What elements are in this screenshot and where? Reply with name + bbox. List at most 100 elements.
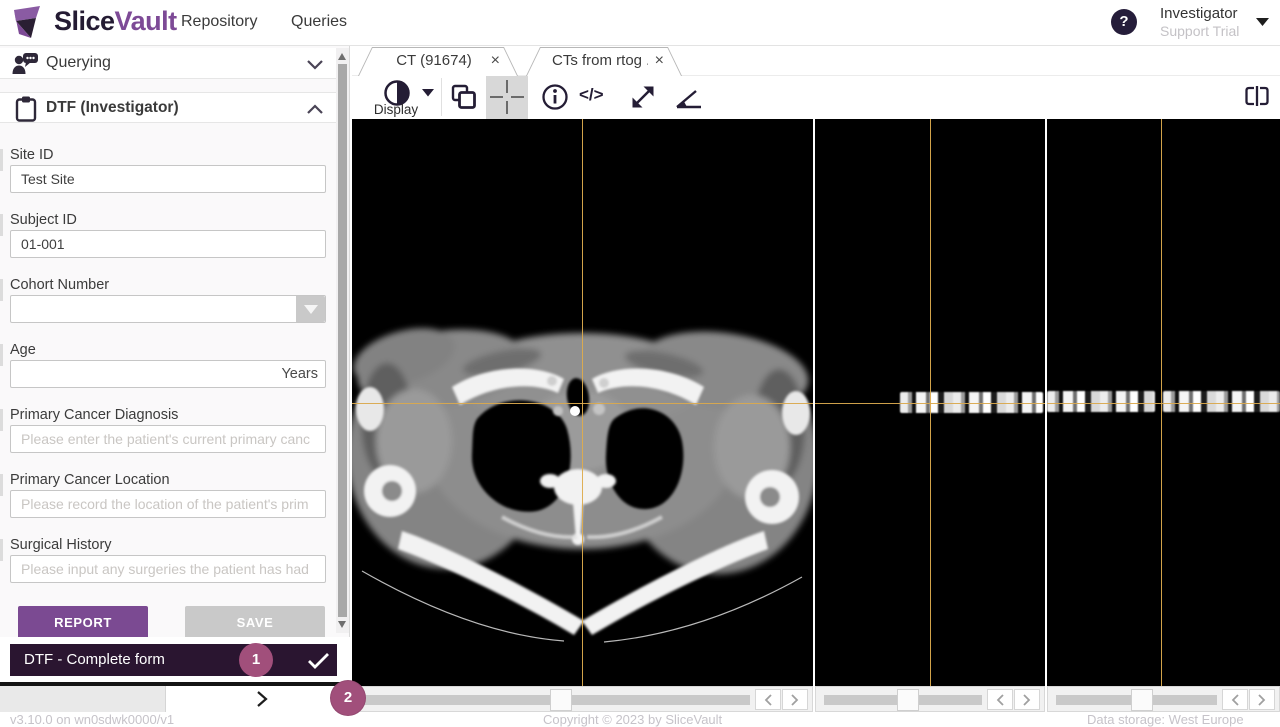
slicevault-app: { "header": { "brand": { "part1": "Slice… — [0, 0, 1280, 720]
slice-scrollbar-sagittal[interactable] — [1047, 686, 1280, 712]
primary-cancer-location-label: Primary Cancer Location — [10, 472, 170, 488]
subject-id-label: Subject ID — [10, 212, 77, 228]
viewport-mpr-sagittal[interactable] — [1047, 119, 1280, 686]
querying-icon — [12, 52, 40, 76]
task-label: DTF - Complete form — [24, 644, 165, 676]
crosshair-horizontal-line — [815, 403, 1045, 404]
user-role[interactable]: Investigator — [1160, 5, 1238, 22]
chevron-up-icon[interactable] — [306, 104, 324, 115]
chevron-left-icon — [1230, 693, 1240, 707]
surgical-history-label: Surgical History — [10, 537, 112, 553]
tab-cts-from-rtog[interactable]: CTs from rtog ... × — [526, 47, 682, 76]
crosshair-horizontal-line — [352, 403, 813, 404]
scrollbar-thumb[interactable] — [897, 689, 919, 711]
chevron-left-icon — [995, 693, 1005, 707]
viewport-axial[interactable] — [352, 119, 813, 686]
field-tick — [0, 149, 3, 171]
divider — [0, 682, 350, 686]
scroll-right-button[interactable] — [782, 689, 808, 710]
report-button[interactable]: REPORT — [18, 606, 148, 637]
measure-distance-icon[interactable] — [629, 83, 657, 111]
primary-cancer-diagnosis-input[interactable] — [10, 425, 326, 453]
subject-id-input[interactable] — [10, 230, 326, 258]
scrollbar-thumb[interactable] — [550, 689, 572, 711]
scroll-right-button[interactable] — [1014, 689, 1040, 710]
field-site-id: Site ID — [0, 147, 336, 197]
info-icon[interactable] — [541, 83, 569, 111]
viewer-tab-bar: CT (91674) × CTs from rtog ... × — [352, 46, 1280, 76]
section-dtf-label: DTF (Investigator) — [46, 99, 179, 117]
scroll-left-button[interactable] — [987, 689, 1013, 710]
cohort-label: Cohort Number — [10, 277, 109, 293]
check-icon — [307, 652, 331, 669]
field-tick — [0, 279, 3, 301]
dropdown-triangle-icon — [304, 305, 318, 314]
step-2-badge: 2 — [331, 681, 365, 715]
field-tick — [0, 539, 3, 561]
scroll-down-icon[interactable] — [338, 621, 346, 628]
slice-scrollbar-axial[interactable] — [352, 686, 813, 712]
slice-scrollbar-coronal[interactable] — [815, 686, 1045, 712]
crosshair-tool-button[interactable] — [486, 73, 528, 119]
chevron-right-icon — [1022, 693, 1032, 707]
sidebar: Querying DTF (Investigator) Site ID Subj… — [0, 46, 350, 637]
cohort-dropdown-button[interactable] — [296, 296, 325, 322]
display-dropdown-caret-icon[interactable] — [422, 89, 434, 97]
sidebar-scrollbar-thumb[interactable] — [338, 64, 347, 617]
mpr-image-strip — [1163, 391, 1280, 412]
scrollbar-thumb[interactable] — [1131, 689, 1153, 711]
field-age: Age Years — [0, 342, 336, 392]
user-trial: Support Trial — [1160, 23, 1239, 39]
crosshair-horizontal-line — [1047, 403, 1280, 404]
toolbar-separator — [441, 78, 442, 116]
form-pager — [0, 686, 350, 712]
age-input[interactable] — [10, 360, 326, 388]
save-button[interactable]: SAVE — [185, 606, 325, 637]
cohort-select[interactable] — [10, 295, 326, 323]
split-view-icon[interactable] — [1242, 84, 1272, 108]
code-tool-icon[interactable]: </> — [579, 85, 604, 105]
viewport-area — [352, 119, 1280, 686]
pager-next-button[interactable] — [255, 690, 269, 708]
task-step-badge: 1 — [239, 643, 273, 677]
scroll-left-button[interactable] — [755, 689, 781, 710]
sidebar-scrollbar[interactable] — [336, 48, 349, 633]
field-subject-id: Subject ID — [0, 212, 336, 262]
user-menu-caret-icon[interactable] — [1256, 18, 1269, 26]
section-querying-label: Querying — [46, 54, 111, 72]
pager-prev-area — [0, 686, 166, 712]
chevron-left-icon — [763, 693, 773, 707]
section-querying[interactable]: Querying — [0, 48, 336, 79]
brand-part2: Vault — [115, 6, 177, 36]
section-dtf[interactable]: DTF (Investigator) — [0, 92, 336, 123]
task-item-dtf[interactable]: DTF - Complete form 1 — [10, 644, 337, 676]
primary-cancer-location-input[interactable] — [10, 490, 326, 518]
brand-part1: Slice — [54, 6, 115, 36]
display-label[interactable]: Display — [362, 102, 430, 117]
brand-title[interactable]: SliceVault — [54, 6, 177, 37]
chevron-right-icon — [790, 693, 800, 707]
copy-layout-icon[interactable] — [450, 83, 478, 111]
close-icon[interactable]: × — [655, 47, 664, 75]
nav-repository[interactable]: Repository — [181, 13, 257, 31]
close-icon[interactable]: × — [491, 47, 500, 75]
scroll-up-icon[interactable] — [338, 53, 346, 60]
site-id-input[interactable] — [10, 165, 326, 193]
field-tick — [0, 474, 3, 496]
viewer-toolbar: Display </> — [352, 76, 1280, 119]
surgical-history-input[interactable] — [10, 555, 326, 583]
scroll-right-button[interactable] — [1249, 689, 1275, 710]
primary-cancer-diagnosis-label: Primary Cancer Diagnosis — [10, 407, 178, 423]
viewport-mpr-coronal[interactable] — [815, 119, 1045, 686]
tab-label: CTs from rtog ... — [552, 47, 648, 75]
crosshair-icon — [489, 79, 525, 115]
chevron-right-icon — [1257, 693, 1267, 707]
angle-tool-icon[interactable] — [674, 85, 704, 111]
scroll-left-button[interactable] — [1222, 689, 1248, 710]
chevron-down-icon[interactable] — [306, 59, 324, 70]
nav-queries[interactable]: Queries — [291, 13, 347, 31]
help-icon[interactable]: ? — [1111, 9, 1137, 35]
slicevault-logo-icon[interactable] — [10, 4, 48, 42]
tab-ct-91674[interactable]: CT (91674) × — [358, 47, 518, 76]
field-cohort: Cohort Number — [0, 277, 336, 327]
